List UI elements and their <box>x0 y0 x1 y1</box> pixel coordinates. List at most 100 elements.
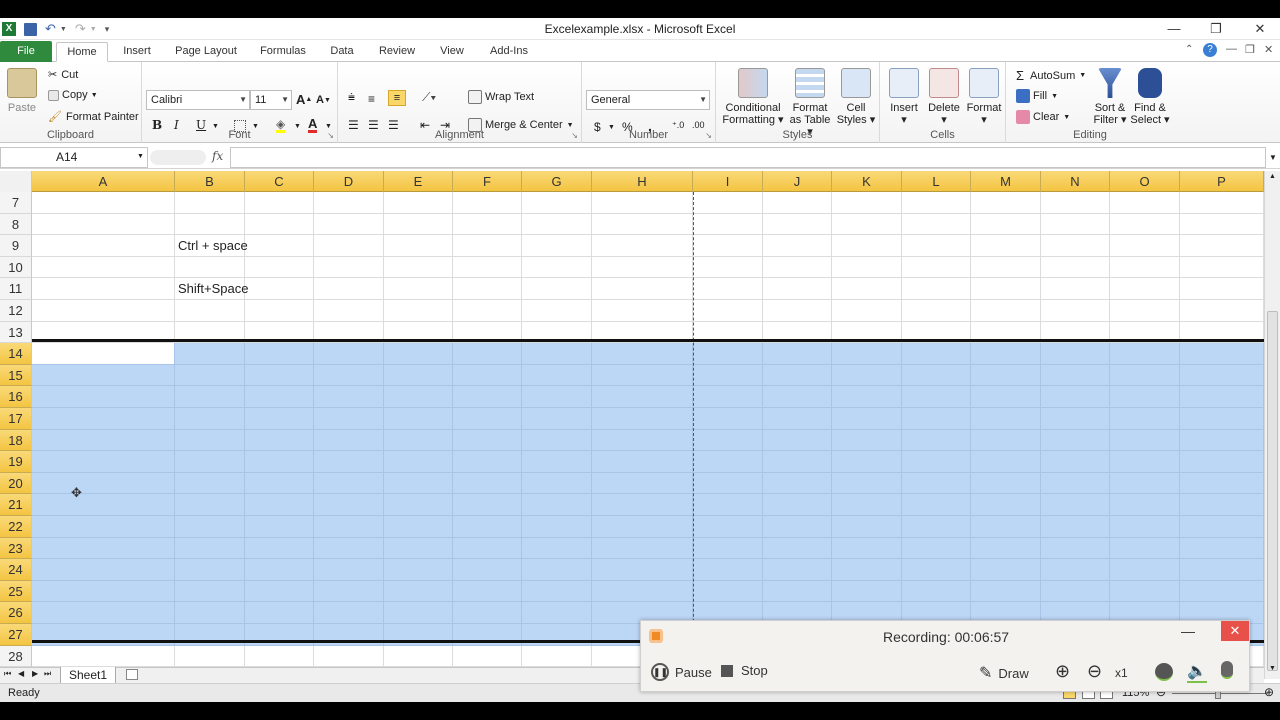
cell-m[interactable] <box>971 451 1041 473</box>
cell-f[interactable] <box>453 472 522 495</box>
cell-l[interactable] <box>902 494 971 516</box>
cell-h[interactable] <box>592 429 693 452</box>
cell-p[interactable] <box>1180 256 1264 279</box>
cell-n[interactable] <box>1041 537 1110 560</box>
autosum-button[interactable]: Σ AutoSum ▼ <box>1016 68 1086 83</box>
cell-c[interactable] <box>245 429 314 452</box>
column-header-p[interactable]: P <box>1180 171 1264 192</box>
cell-g[interactable] <box>522 537 592 560</box>
scroll-up-icon[interactable]: ▲ <box>1269 173 1276 180</box>
cell-l[interactable] <box>902 364 971 387</box>
cell-h[interactable] <box>592 580 693 603</box>
cell-a[interactable] <box>32 192 175 214</box>
cell-j[interactable] <box>763 364 832 387</box>
cell-c[interactable] <box>245 192 314 214</box>
cell-m[interactable] <box>971 300 1041 322</box>
cell-g[interactable] <box>522 602 592 624</box>
cell-a[interactable] <box>32 235 175 257</box>
close-button[interactable]: ✕ <box>1240 18 1280 40</box>
tab-view[interactable]: View <box>432 42 472 62</box>
cell-g[interactable] <box>522 472 592 495</box>
font-size-input[interactable]: 11 ▼ <box>250 90 292 110</box>
cell-m[interactable] <box>971 516 1041 538</box>
cell-g[interactable] <box>522 364 592 387</box>
cell-b[interactable] <box>175 364 245 387</box>
restore-button[interactable]: ❐ <box>1196 18 1236 40</box>
cell-a[interactable] <box>32 494 175 516</box>
cell-g[interactable] <box>522 494 592 516</box>
cell-e[interactable] <box>384 580 453 603</box>
tab-file[interactable]: File <box>0 41 52 62</box>
cell-j[interactable] <box>763 300 832 322</box>
cell-j[interactable] <box>763 516 832 538</box>
orientation-icon[interactable]: ⟋▾ <box>422 90 436 105</box>
cell-a[interactable] <box>32 343 175 365</box>
cell-h[interactable] <box>592 559 693 581</box>
tab-page-layout[interactable]: Page Layout <box>168 42 244 62</box>
cell-p[interactable] <box>1180 537 1264 560</box>
tab-data[interactable]: Data <box>322 42 362 62</box>
cell-o[interactable] <box>1110 494 1180 516</box>
cell-a[interactable] <box>32 429 175 452</box>
column-header-l[interactable]: L <box>902 171 971 192</box>
microphone-icon[interactable] <box>1221 661 1233 679</box>
cell-i[interactable] <box>693 429 763 452</box>
row-header[interactable]: 9 <box>0 235 32 257</box>
cell-a[interactable] <box>32 472 175 495</box>
cell-b[interactable] <box>175 580 245 603</box>
cell-f[interactable] <box>453 364 522 387</box>
cell-d[interactable] <box>314 624 384 646</box>
cell-o[interactable] <box>1110 321 1180 344</box>
cell-b[interactable] <box>175 645 245 667</box>
cell-m[interactable] <box>971 472 1041 495</box>
cell-i[interactable] <box>693 451 763 473</box>
sort-filter-button[interactable]: Sort & Filter ▾ <box>1090 68 1130 126</box>
cell-n[interactable] <box>1041 256 1110 279</box>
column-header-d[interactable]: D <box>314 171 384 192</box>
cell-l[interactable] <box>902 537 971 560</box>
cell-o[interactable] <box>1110 537 1180 560</box>
cell-g[interactable] <box>522 559 592 581</box>
cell-b[interactable]: Ctrl + space <box>175 235 248 257</box>
font-dialog-launcher-icon[interactable]: ↘ <box>327 131 334 140</box>
recorder-minimize-button[interactable]: — <box>1181 623 1195 639</box>
tab-review[interactable]: Review <box>372 42 422 62</box>
cell-b[interactable] <box>175 602 245 624</box>
cell-k[interactable] <box>832 559 902 581</box>
cell-k[interactable] <box>832 321 902 344</box>
cell-l[interactable] <box>902 429 971 452</box>
cell-k[interactable] <box>832 408 902 430</box>
cell-j[interactable] <box>763 472 832 495</box>
cell-l[interactable] <box>902 235 971 257</box>
minimize-button[interactable]: — <box>1154 18 1194 40</box>
cell-b[interactable] <box>175 516 245 538</box>
cell-f[interactable] <box>453 321 522 344</box>
cell-f[interactable] <box>453 537 522 560</box>
cell-a[interactable] <box>32 451 175 473</box>
cell-o[interactable] <box>1110 429 1180 452</box>
cell-d[interactable] <box>314 429 384 452</box>
cell-l[interactable] <box>902 213 971 236</box>
cell-p[interactable] <box>1180 213 1264 236</box>
cell-a[interactable] <box>32 364 175 387</box>
cell-k[interactable] <box>832 300 902 322</box>
cell-n[interactable] <box>1041 451 1110 473</box>
cell-p[interactable] <box>1180 278 1264 300</box>
column-header-e[interactable]: E <box>384 171 453 192</box>
column-header-m[interactable]: M <box>971 171 1041 192</box>
cell-a[interactable] <box>32 321 175 344</box>
cell-d[interactable] <box>314 645 384 667</box>
cell-i[interactable] <box>693 364 763 387</box>
zoom-in-recorder-icon[interactable]: ⊕ <box>1055 661 1070 682</box>
cell-n[interactable] <box>1041 321 1110 344</box>
cell-b[interactable] <box>175 472 245 495</box>
cell-o[interactable] <box>1110 386 1180 408</box>
cell-j[interactable] <box>763 192 832 214</box>
cell-n[interactable] <box>1041 429 1110 452</box>
cell-o[interactable] <box>1110 364 1180 387</box>
cell-g[interactable] <box>522 624 592 646</box>
cell-a[interactable] <box>32 537 175 560</box>
cell-l[interactable] <box>902 278 971 300</box>
doc-minimize-icon[interactable]: — <box>1226 43 1237 55</box>
cell-l[interactable] <box>902 192 971 214</box>
